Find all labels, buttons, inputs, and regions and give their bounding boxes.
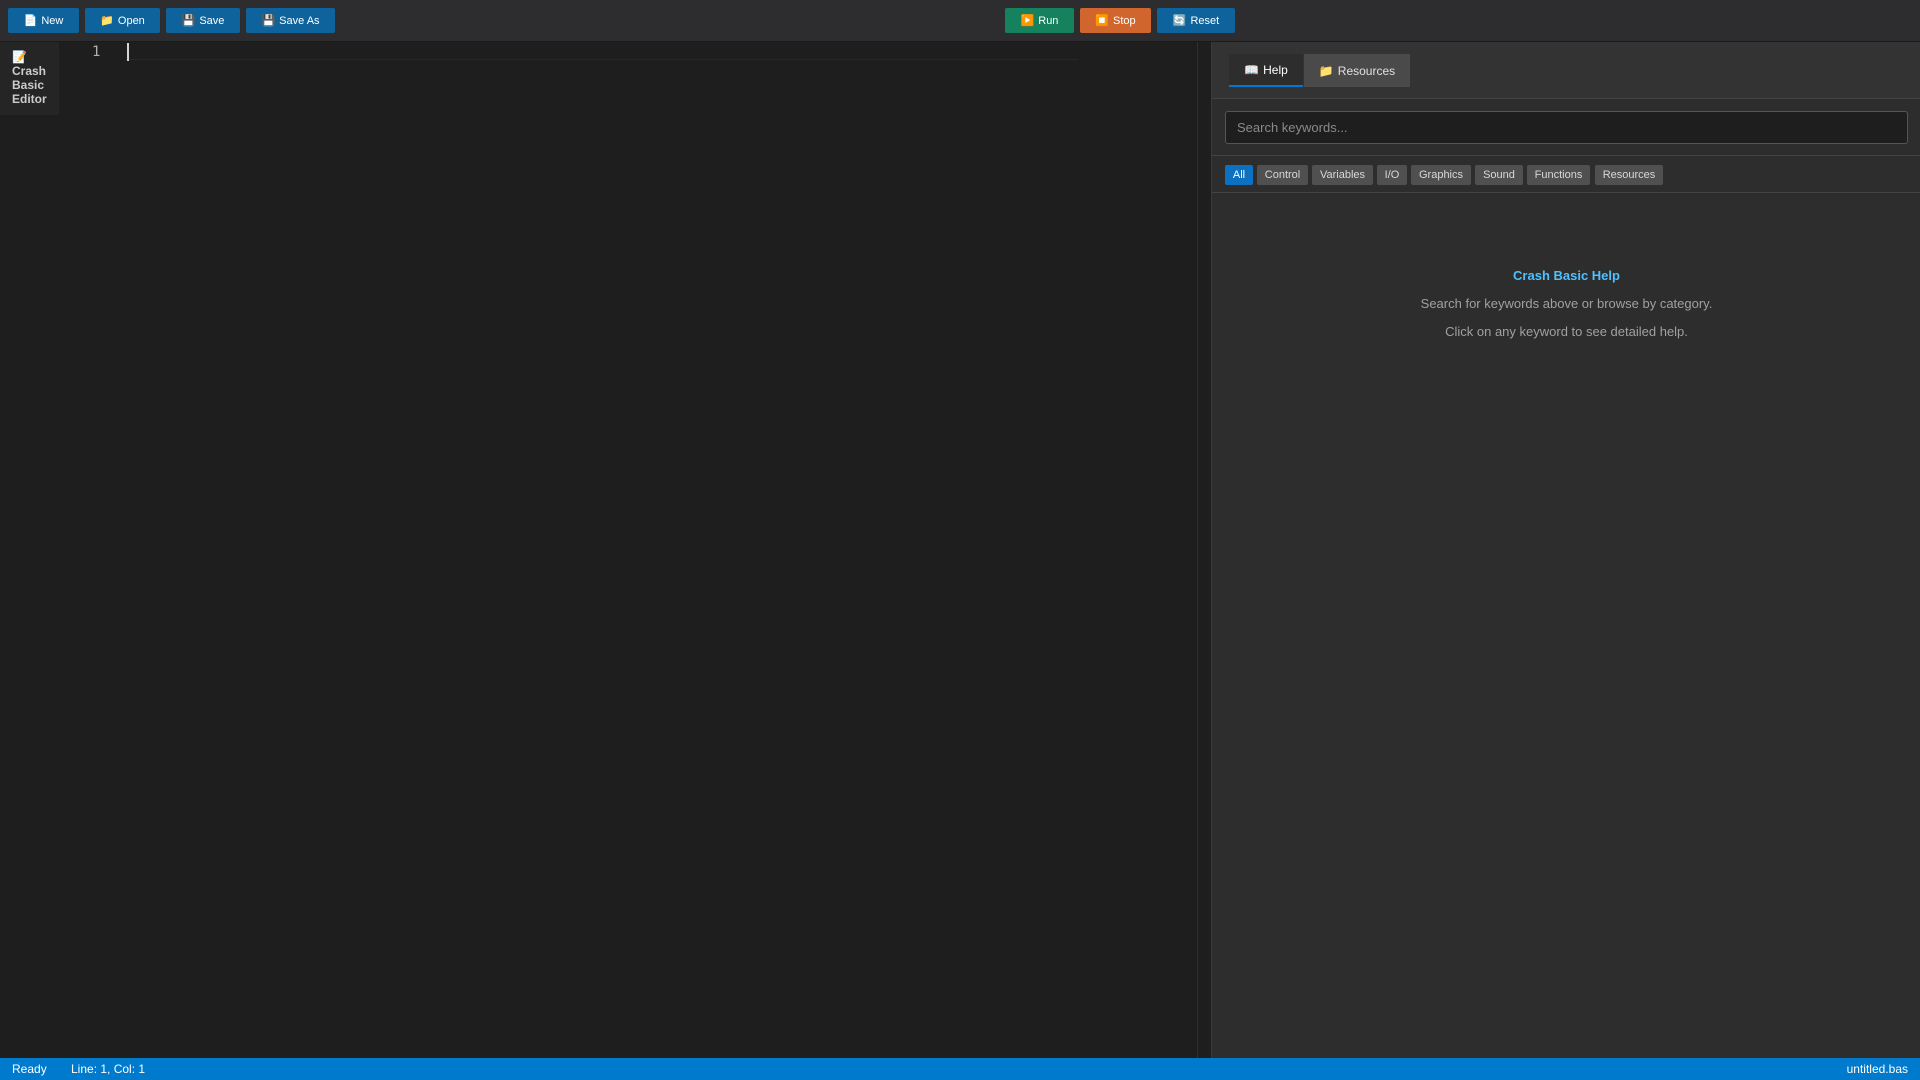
folder-icon: 📁 bbox=[100, 15, 114, 27]
reset-button[interactable]: 🔄 Reset bbox=[1157, 8, 1235, 33]
help-instruction: Search for keywords above or browse by c… bbox=[1420, 296, 1713, 311]
run-button[interactable]: ▶️ Run bbox=[1005, 8, 1074, 33]
book-icon: 📖 bbox=[1244, 62, 1260, 77]
cursor-position: Line: 1, Col: 1 bbox=[71, 1062, 146, 1076]
new-button-label: New bbox=[41, 14, 64, 27]
stop-icon: ⏹️ bbox=[1095, 15, 1110, 27]
category-all[interactable]: All bbox=[1225, 165, 1253, 185]
help-panel: 📖 Help 📁 Resources All Control Variables… bbox=[1211, 42, 1920, 1058]
stop-button[interactable]: ⏹️ Stop bbox=[1080, 8, 1151, 33]
code-editor[interactable]: 📝 Crash Basic Editor 1 bbox=[0, 42, 1197, 1058]
open-button-label: Open bbox=[117, 14, 145, 27]
stop-button-label: Stop bbox=[1113, 14, 1136, 27]
save-as-button[interactable]: 💾 Save As bbox=[246, 8, 335, 33]
editor-scrollbar[interactable] bbox=[1197, 42, 1211, 1058]
category-resources[interactable]: Resources bbox=[1595, 165, 1663, 185]
editor-title: 📝 Crash Basic Editor bbox=[0, 42, 59, 115]
new-button[interactable]: 📄 New bbox=[8, 8, 79, 33]
folder-icon: 📁 bbox=[1318, 63, 1334, 78]
tab-help-label: Help bbox=[1263, 62, 1288, 77]
reset-button-label: Reset bbox=[1190, 14, 1220, 27]
tab-resources-label: Resources bbox=[1337, 63, 1396, 78]
category-variables[interactable]: Variables bbox=[1312, 165, 1373, 185]
new-file-icon: 📄 bbox=[23, 15, 38, 27]
save-button-label: Save bbox=[199, 14, 225, 27]
open-button[interactable]: 📁 Open bbox=[85, 8, 160, 33]
text-cursor bbox=[127, 43, 129, 61]
help-title: Crash Basic Help bbox=[1513, 268, 1620, 283]
help-instruction: Click on any keyword to see detailed hel… bbox=[1445, 324, 1688, 339]
floppy-disk-icon: 💾 bbox=[261, 15, 276, 27]
file-name: untitled.bas bbox=[1846, 1062, 1908, 1076]
floppy-disk-icon: 💾 bbox=[181, 15, 196, 27]
search-bar bbox=[1212, 99, 1920, 156]
save-button[interactable]: 💾 Save bbox=[166, 8, 240, 33]
toolbar: 📄 New 📁 Open 💾 Save 💾 Save As ▶️ Run ⏹️ … bbox=[0, 0, 1920, 42]
category-graphics[interactable]: Graphics bbox=[1411, 165, 1471, 185]
save-as-button-label: Save As bbox=[279, 14, 320, 27]
current-line-highlight bbox=[126, 42, 1078, 60]
editor-title-text: Crash Basic Editor bbox=[12, 64, 47, 106]
category-control[interactable]: Control bbox=[1257, 165, 1308, 185]
line-number: 1 bbox=[92, 44, 101, 60]
help-tabs: 📖 Help 📁 Resources bbox=[1212, 42, 1920, 99]
status-state: Ready bbox=[12, 1062, 47, 1076]
search-input[interactable] bbox=[1225, 111, 1908, 144]
tab-help[interactable]: 📖 Help bbox=[1229, 54, 1303, 87]
status-bar: Ready Line: 1, Col: 1 untitled.bas bbox=[0, 1058, 1920, 1080]
play-icon: ▶️ bbox=[1020, 15, 1035, 27]
category-filters: All Control Variables I/O Graphics Sound… bbox=[1212, 156, 1920, 193]
run-button-label: Run bbox=[1038, 14, 1059, 27]
category-io[interactable]: I/O bbox=[1377, 165, 1407, 185]
refresh-icon: 🔄 bbox=[1172, 15, 1187, 27]
tab-resources[interactable]: 📁 Resources bbox=[1304, 54, 1410, 87]
category-functions[interactable]: Functions bbox=[1527, 165, 1590, 185]
memo-icon: 📝 bbox=[12, 50, 27, 64]
category-sound[interactable]: Sound bbox=[1475, 165, 1523, 185]
